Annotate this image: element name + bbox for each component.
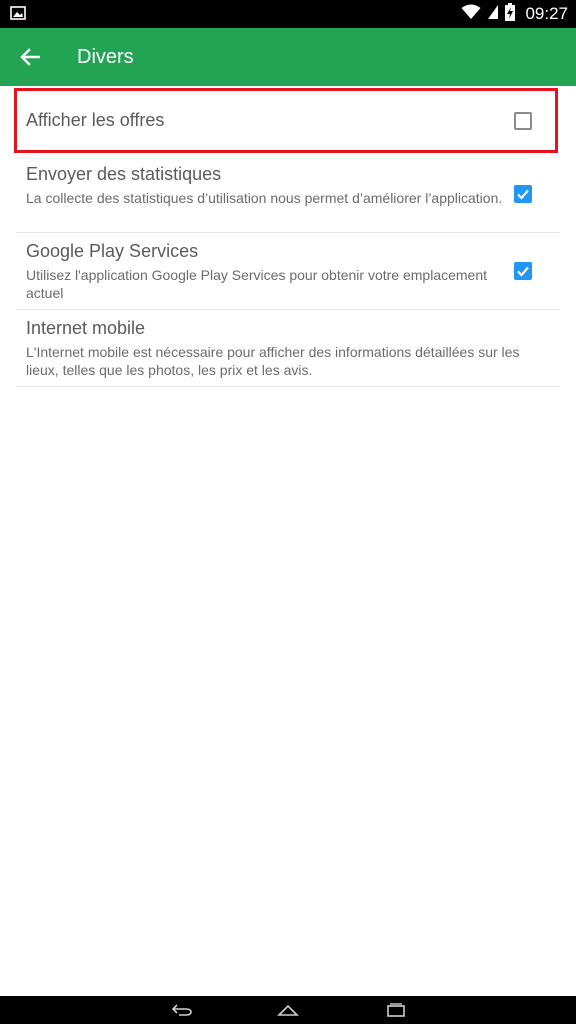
check-icon xyxy=(517,189,529,200)
check-icon xyxy=(517,266,529,277)
wifi-icon xyxy=(461,4,481,25)
screen: 09:27 Divers Afficher les offres Envoyer… xyxy=(0,0,576,1024)
pref-title: Internet mobile xyxy=(26,318,146,338)
checkbox-google-play-services[interactable] xyxy=(514,262,532,280)
page-title: Divers xyxy=(77,46,134,68)
pref-google-play-services[interactable]: Google Play Services Utilisez l'applicat… xyxy=(16,233,560,310)
signal-icon xyxy=(487,4,499,25)
status-icons: 09:27 xyxy=(461,0,568,28)
pref-summary: Utilisez l'application Google Play Servi… xyxy=(26,267,488,301)
image-icon xyxy=(10,6,26,20)
back-nav-icon[interactable] xyxy=(170,1000,194,1020)
checkbox-envoyer-statistiques[interactable] xyxy=(514,185,532,203)
battery-charging-icon xyxy=(505,2,516,26)
pref-title: Google Play Services xyxy=(26,241,199,261)
pref-envoyer-statistiques[interactable]: Envoyer des statistiques La collecte des… xyxy=(16,159,560,233)
checkbox-afficher-offres[interactable] xyxy=(514,112,532,130)
pref-summary: L'Internet mobile est nécessaire pour af… xyxy=(26,344,520,378)
pref-afficher-offres[interactable]: Afficher les offres xyxy=(14,86,560,159)
arrow-left-icon[interactable] xyxy=(14,41,46,73)
navigation-bar xyxy=(0,996,576,1024)
pref-title: Envoyer des statistiques xyxy=(26,164,222,184)
home-nav-icon[interactable] xyxy=(276,1000,300,1020)
pref-summary: La collecte des statistiques d’utilisati… xyxy=(26,190,503,206)
pref-title: Afficher les offres xyxy=(26,110,165,130)
toolbar: Divers xyxy=(0,28,576,86)
pref-internet-mobile[interactable]: Internet mobile L'Internet mobile est né… xyxy=(16,310,560,387)
status-bar: 09:27 xyxy=(0,0,576,28)
recents-nav-icon[interactable] xyxy=(384,1000,408,1020)
clock: 09:27 xyxy=(525,4,568,23)
preferences-list: Afficher les offres Envoyer des statisti… xyxy=(14,86,560,387)
